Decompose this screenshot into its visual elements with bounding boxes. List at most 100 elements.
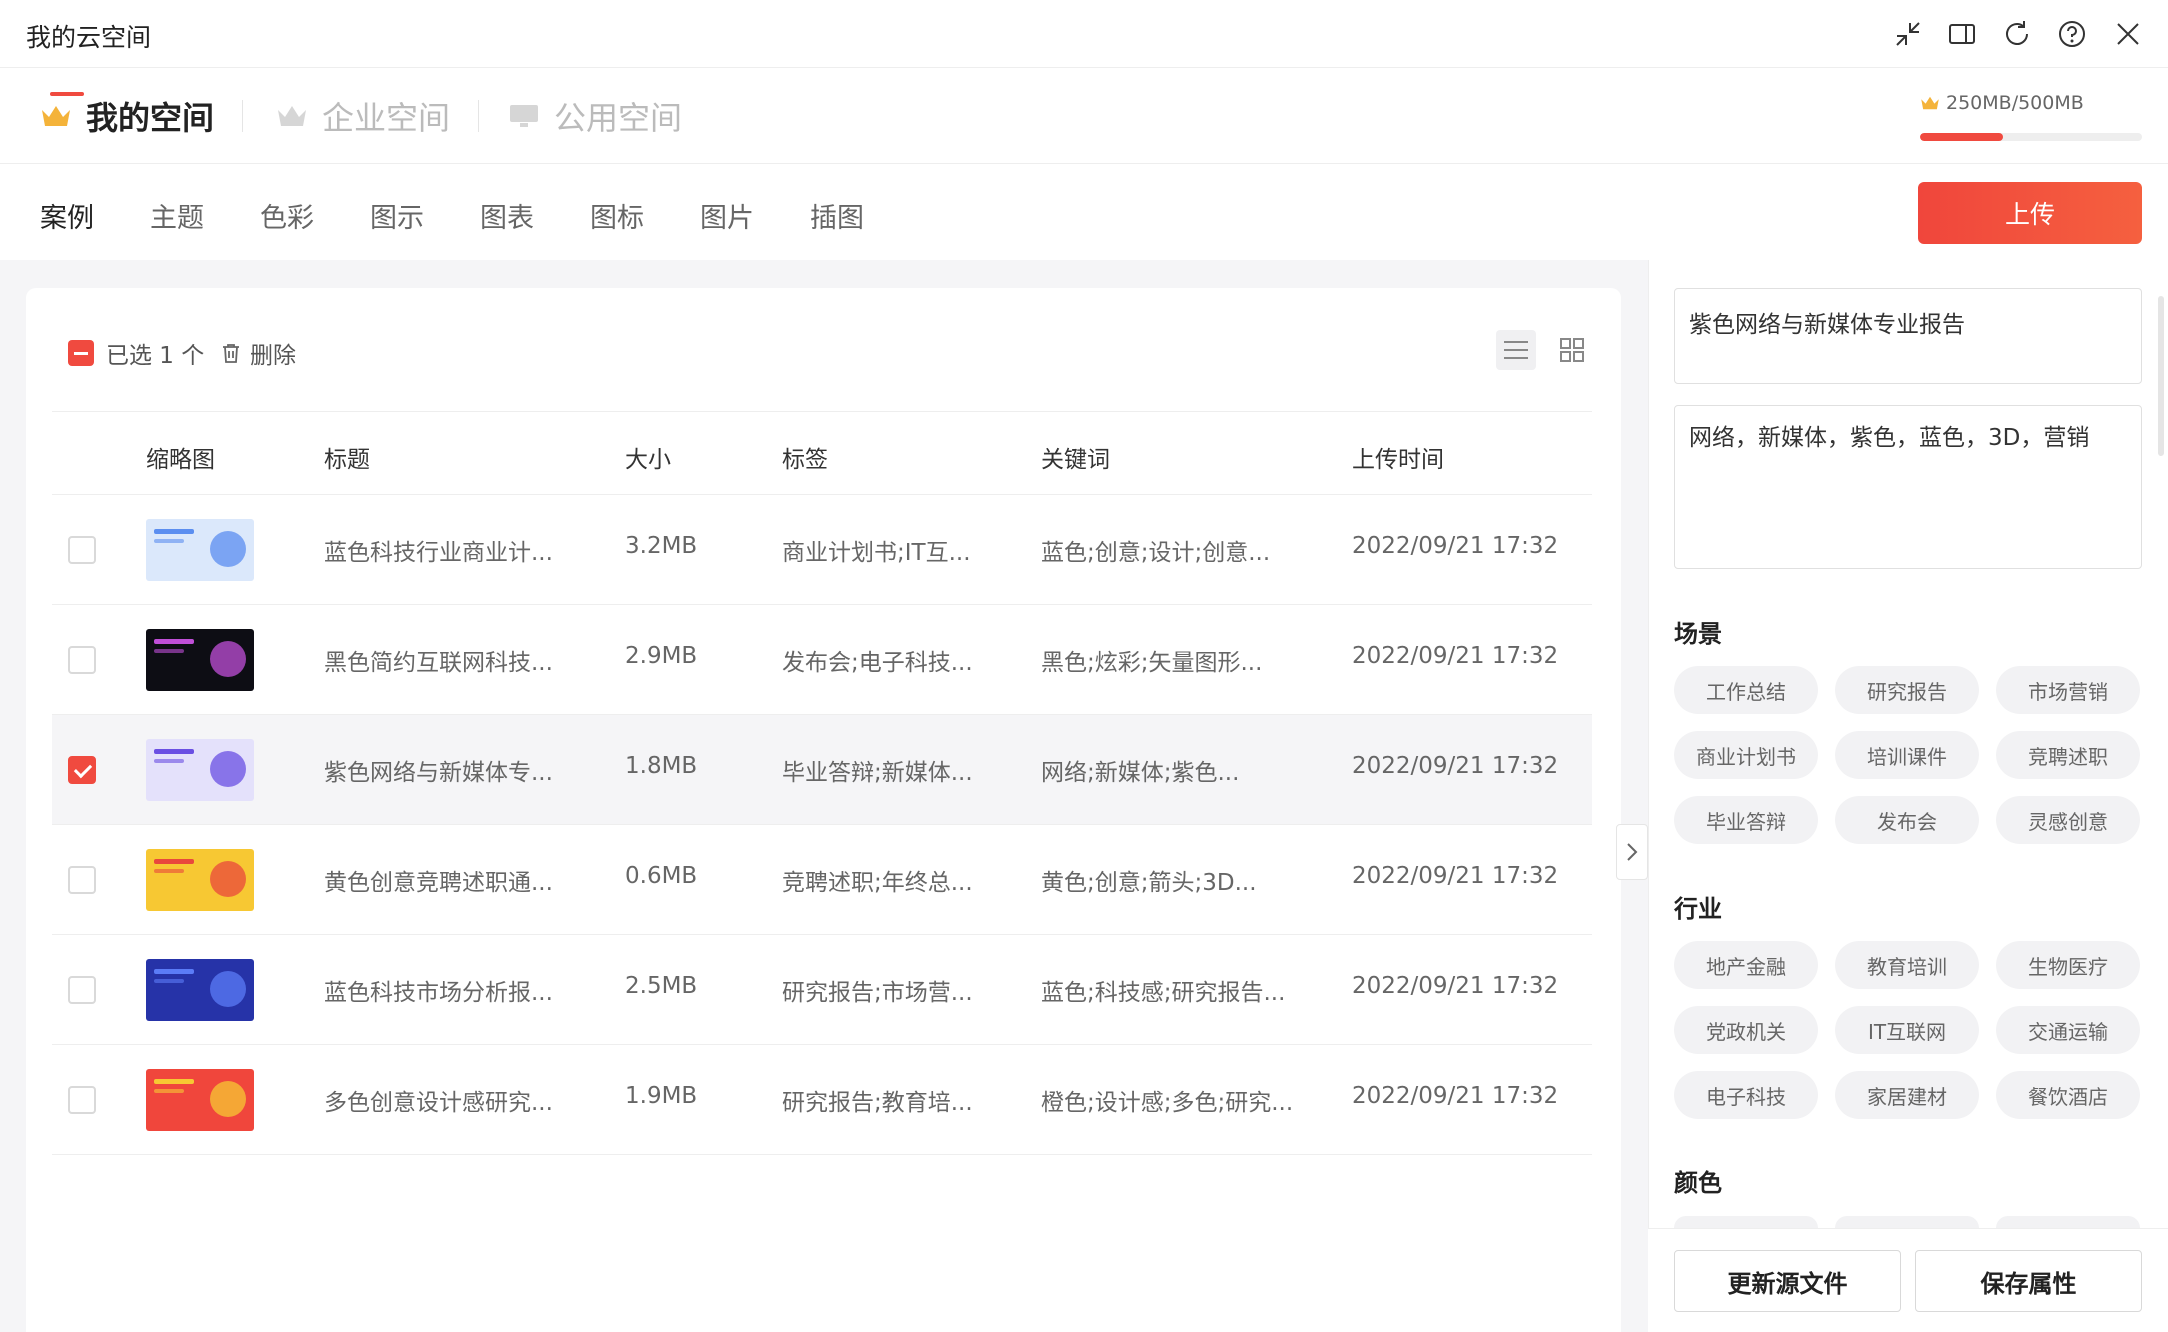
- row-checkbox[interactable]: [68, 646, 96, 674]
- list-view-button[interactable]: [1496, 330, 1536, 370]
- tag-chip[interactable]: 餐饮酒店: [1996, 1071, 2140, 1119]
- tag-chip[interactable]: 竞聘述职: [1996, 731, 2140, 779]
- cell-upload-time: 2022/09/21 17:32: [1352, 1083, 1559, 1109]
- tag-chip[interactable]: 市场营销: [1996, 666, 2140, 714]
- cell-upload-time: 2022/09/21 17:32: [1352, 863, 1559, 889]
- tab-category[interactable]: 图表: [480, 196, 534, 235]
- tag-chip[interactable]: [1835, 1216, 1979, 1228]
- tag-chip[interactable]: 工作总结: [1674, 666, 1818, 714]
- help-icon[interactable]: [2054, 16, 2090, 52]
- tag-chip[interactable]: 地产金融: [1674, 941, 1818, 989]
- save-properties-button[interactable]: 保存属性: [1915, 1250, 2142, 1312]
- tab-category[interactable]: 主题: [150, 196, 204, 235]
- table-divider: [52, 411, 1592, 412]
- cell-size: 2.9MB: [625, 643, 698, 669]
- tag-chip[interactable]: 培训课件: [1835, 731, 1979, 779]
- col-header-tags[interactable]: 标签: [782, 440, 828, 474]
- refresh-icon[interactable]: [1999, 16, 2035, 52]
- keywords-field[interactable]: 网络，新媒体，紫色，蓝色，3D，营销: [1674, 405, 2142, 569]
- title-field[interactable]: 紫色网络与新媒体专业报告: [1674, 288, 2142, 384]
- row-checkbox[interactable]: [68, 866, 96, 894]
- tag-chip[interactable]: 研究报告: [1835, 666, 1979, 714]
- row-checkbox[interactable]: [68, 756, 96, 784]
- section-title: 颜色: [1674, 1169, 1722, 1197]
- tag-chip[interactable]: [1996, 1216, 2140, 1228]
- table-row[interactable]: 蓝色科技市场分析报... 2.5MB 研究报告;市场营... 蓝色;科技感;研究报告.…: [52, 935, 1592, 1045]
- minimize-icon[interactable]: [1890, 16, 1926, 52]
- row-checkbox[interactable]: [68, 536, 96, 564]
- table-row[interactable]: 蓝色科技行业商业计... 3.2MB 商业计划书;IT互... 蓝色;创意;设计;创意…: [52, 495, 1592, 605]
- tag-chip[interactable]: 发布会: [1835, 796, 1979, 844]
- tag-chip[interactable]: 党政机关: [1674, 1006, 1818, 1054]
- grid-view-button[interactable]: [1552, 330, 1592, 370]
- tag-chip[interactable]: 毕业答辩: [1674, 796, 1818, 844]
- col-header-size[interactable]: 大小: [625, 440, 671, 474]
- app-title: 我的云空间: [26, 23, 152, 52]
- active-tab-indicator: [50, 92, 84, 96]
- update-source-button[interactable]: 更新源文件: [1674, 1250, 1901, 1312]
- tab-category[interactable]: 插图: [810, 196, 864, 235]
- tag-chip[interactable]: 交通运输: [1996, 1006, 2140, 1054]
- tag-chip[interactable]: [1674, 1216, 1818, 1228]
- title-bar: [0, 0, 2168, 68]
- panel-toggle-icon[interactable]: [1944, 16, 1980, 52]
- cell-upload-time: 2022/09/21 17:32: [1352, 643, 1559, 669]
- tag-chip[interactable]: 生物医疗: [1996, 941, 2140, 989]
- storage-progress-bar: [1920, 133, 2142, 141]
- tab-enterprise-space-label: 企业空间: [322, 99, 451, 137]
- tag-chip[interactable]: IT互联网: [1835, 1006, 1979, 1054]
- col-header-title[interactable]: 标题: [324, 440, 370, 474]
- table-row[interactable]: 紫色网络与新媒体专... 1.8MB 毕业答辩;新媒体... 网络;新媒体;紫色...…: [52, 715, 1592, 825]
- tab-category[interactable]: 图片: [700, 196, 754, 235]
- cell-size: 3.2MB: [625, 533, 698, 559]
- tag-chip[interactable]: 家居建材: [1835, 1071, 1979, 1119]
- col-header-thumbnail: 缩略图: [146, 447, 215, 473]
- cell-title: 紫色网络与新媒体专...: [324, 760, 553, 786]
- col-header-upload-time[interactable]: 上传时间: [1352, 440, 1444, 474]
- panel-scrollbar[interactable]: [2158, 296, 2164, 456]
- delete-button[interactable]: 删除: [220, 336, 296, 370]
- tab-public-space[interactable]: 公用空间: [508, 96, 683, 137]
- tab-enterprise-space[interactable]: 企业空间: [276, 96, 451, 137]
- col-header-keywords[interactable]: 关键词: [1041, 440, 1110, 474]
- selected-count: 已选 1 个: [106, 343, 205, 369]
- crown-icon: [1921, 96, 1939, 110]
- monitor-icon: [510, 105, 538, 127]
- row-checkbox[interactable]: [68, 1086, 96, 1114]
- tab-public-space-label: 公用空间: [554, 99, 683, 137]
- table-row[interactable]: 多色创意设计感研究... 1.9MB 研究报告;教育培... 橙色;设计感;多色;研究…: [52, 1045, 1592, 1155]
- tab-category[interactable]: 色彩: [260, 196, 314, 235]
- table-row[interactable]: 黄色创意竞聘述职通... 0.6MB 竞聘述职;年终总... 黄色;创意;箭头;3D.…: [52, 825, 1592, 935]
- thumbnail-image: [146, 519, 254, 581]
- tab-my-space[interactable]: 我的空间: [40, 96, 215, 137]
- close-icon[interactable]: [2110, 16, 2146, 52]
- delete-label: 删除: [250, 343, 296, 369]
- deselect-all-checkbox[interactable]: [68, 340, 94, 366]
- selection-indicator[interactable]: 已选 1 个: [68, 336, 204, 370]
- divider: [478, 100, 479, 132]
- cell-tags: 毕业答辩;新媒体...: [782, 760, 973, 786]
- row-checkbox[interactable]: [68, 976, 96, 1004]
- cell-keywords: 黑色;炫彩;矢量图形...: [1041, 650, 1263, 676]
- tab-category[interactable]: 图标: [590, 196, 644, 235]
- crown-icon: [42, 106, 70, 126]
- collapse-panel-button[interactable]: [1616, 824, 1648, 880]
- tab-my-space-label: 我的空间: [86, 99, 215, 137]
- storage-quota: 250MB/500MB: [1920, 92, 2084, 114]
- cell-size: 0.6MB: [625, 863, 698, 889]
- tag-chip[interactable]: 电子科技: [1674, 1071, 1818, 1119]
- section-title: 场景: [1674, 620, 1722, 648]
- upload-button[interactable]: 上传: [1918, 182, 2142, 244]
- tag-chip[interactable]: 教育培训: [1835, 941, 1979, 989]
- tab-category[interactable]: 案例: [40, 196, 94, 235]
- tag-chip[interactable]: 灵感创意: [1996, 796, 2140, 844]
- cell-title: 蓝色科技行业商业计...: [324, 540, 553, 566]
- cell-upload-time: 2022/09/21 17:32: [1352, 533, 1559, 559]
- cell-keywords: 橙色;设计感;多色;研究...: [1041, 1090, 1294, 1116]
- tag-chip[interactable]: 商业计划书: [1674, 731, 1818, 779]
- table-row[interactable]: 黑色简约互联网科技... 2.9MB 发布会;电子科技... 黑色;炫彩;矢量图形..…: [52, 605, 1592, 715]
- list-icon: [1504, 341, 1528, 359]
- tab-category[interactable]: 图示: [370, 196, 424, 235]
- chevron-right-icon: [1627, 843, 1638, 861]
- cell-tags: 竞聘述职;年终总...: [782, 870, 973, 896]
